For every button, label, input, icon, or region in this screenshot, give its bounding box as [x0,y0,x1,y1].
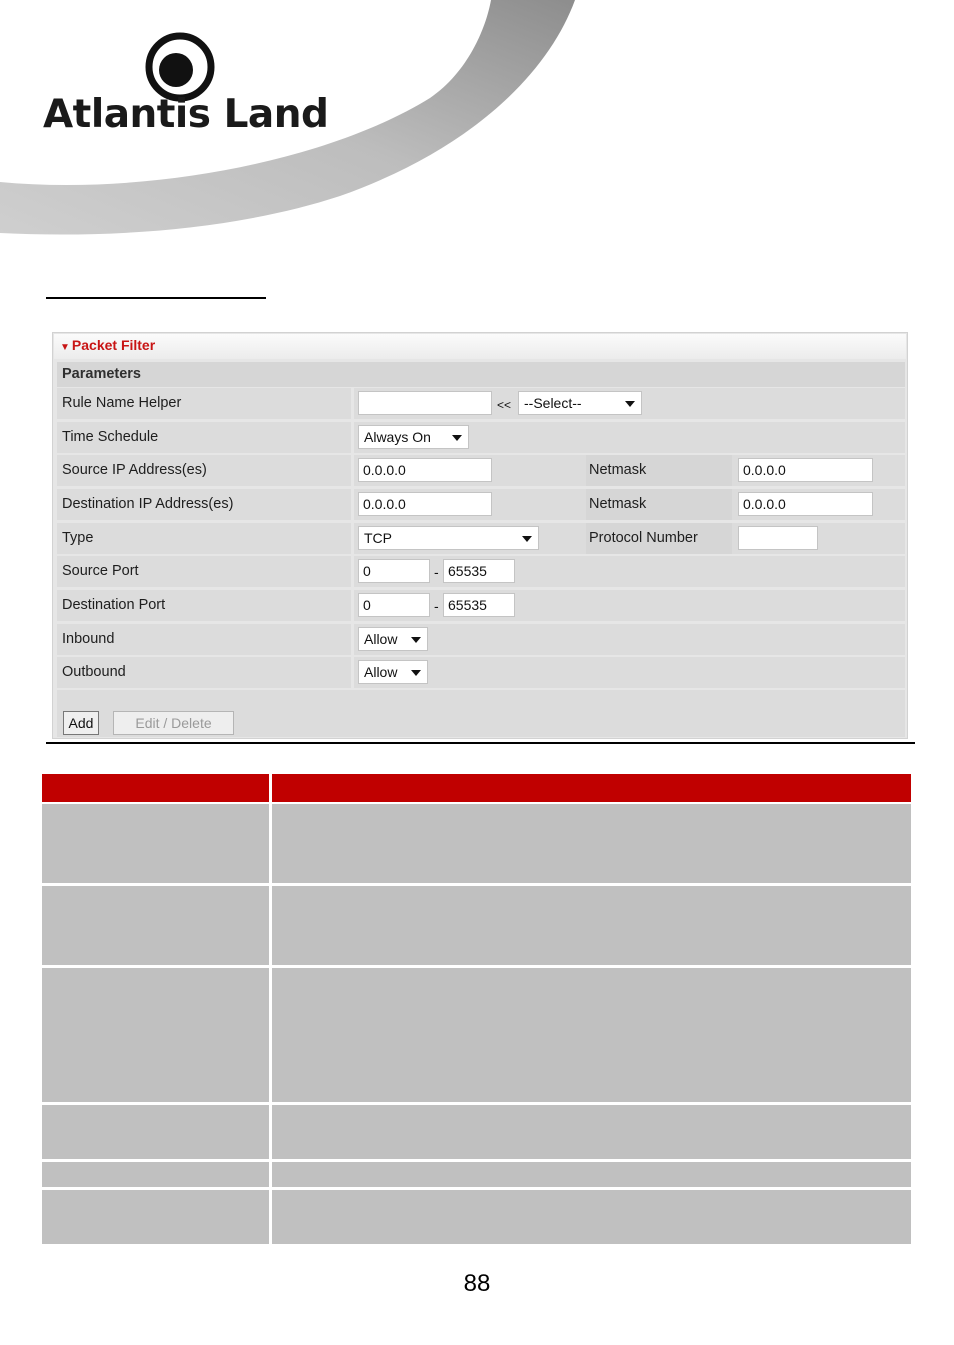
source-ip-input[interactable]: 0.0.0.0 [358,458,492,482]
destination-port-end-input[interactable]: 65535 [443,593,515,617]
dropdown-arrow-icon [625,401,635,407]
table-header-right [272,774,911,802]
source-port-start-input[interactable]: 0 [358,559,430,583]
brand-logo-text: Atlantis Land [43,92,329,137]
inbound-row: Inbound Allow [57,624,905,655]
panel-title[interactable]: ▼ Packet Filter [60,337,155,353]
section-divider [46,742,915,744]
rule-name-row: Rule Name Helper << --Select-- [57,388,905,419]
time-schedule-label: Time Schedule [62,429,159,445]
parameters-header: Parameters [57,362,905,387]
source-netmask-input[interactable]: 0.0.0.0 [738,458,873,482]
table-cell [272,886,911,965]
packet-filter-panel: ▼ Packet Filter Parameters Rule Name Help… [52,332,908,739]
protocol-number-input[interactable] [738,526,818,550]
dropdown-arrow-icon [522,536,532,542]
source-port-row: Source Port 0 - 65535 [57,556,905,587]
table-cell [272,1105,911,1159]
table-cell [272,1162,911,1187]
time-schedule-select[interactable]: Always On [358,425,469,449]
rule-name-helper-select[interactable]: --Select-- [518,391,642,415]
panel-title-bar: ▼ Packet Filter [54,334,906,359]
source-ip-row: Source IP Address(es) 0.0.0.0 Netmask 0.… [57,455,905,486]
edit-delete-button[interactable]: Edit / Delete [113,711,234,735]
time-schedule-row: Time Schedule Always On [57,422,905,453]
destination-ip-input[interactable]: 0.0.0.0 [358,492,492,516]
outbound-label: Outbound [62,664,126,680]
destination-netmask-input[interactable]: 0.0.0.0 [738,492,873,516]
source-port-label: Source Port [62,563,139,579]
source-port-end-input[interactable]: 65535 [443,559,515,583]
protocol-number-label: Protocol Number [589,530,698,546]
dropdown-arrow-icon [411,670,421,676]
destination-netmask-label: Netmask [589,496,647,512]
type-select[interactable]: TCP [358,526,539,550]
inbound-select[interactable]: Allow [358,627,428,651]
destination-port-start-input[interactable]: 0 [358,593,430,617]
type-row: Type TCP Protocol Number [57,523,905,554]
dropdown-arrow-icon [411,637,421,643]
destination-ip-row: Destination IP Address(es) 0.0.0.0 Netma… [57,489,905,520]
title-underline [46,297,266,299]
collapse-triangle-icon[interactable]: ▼ [60,342,70,353]
type-label: Type [62,530,94,546]
table-cell [42,886,269,965]
inbound-label: Inbound [62,631,115,647]
button-row: Add Edit / Delete [57,690,905,737]
table-cell [42,1105,269,1159]
dropdown-arrow-icon [452,435,462,441]
outbound-row: Outbound Allow [57,657,905,688]
add-button[interactable]: Add [63,711,99,735]
table-cell [42,968,269,1102]
page-number: 88 [463,1270,491,1297]
table-cell [42,804,269,883]
parameters-label: Parameters [62,366,141,382]
table-cell [272,1190,911,1244]
table-cell [272,804,911,883]
port-range-separator: - [434,598,439,614]
destination-port-row: Destination Port 0 - 65535 [57,590,905,621]
outbound-select[interactable]: Allow [358,660,428,684]
destination-port-label: Destination Port [62,597,166,613]
source-netmask-label: Netmask [589,462,647,478]
port-range-separator: - [434,564,439,580]
source-ip-label: Source IP Address(es) [62,462,207,478]
destination-ip-label: Destination IP Address(es) [62,496,234,512]
panel-title-text: Packet Filter [71,337,156,353]
rule-name-input[interactable] [358,391,492,415]
table-header-left [42,774,269,802]
table-cell [42,1162,269,1187]
table-cell [272,968,911,1102]
table-cell [42,1190,269,1244]
helper-arrows: << [497,398,512,412]
rule-name-label: Rule Name Helper [62,395,182,411]
